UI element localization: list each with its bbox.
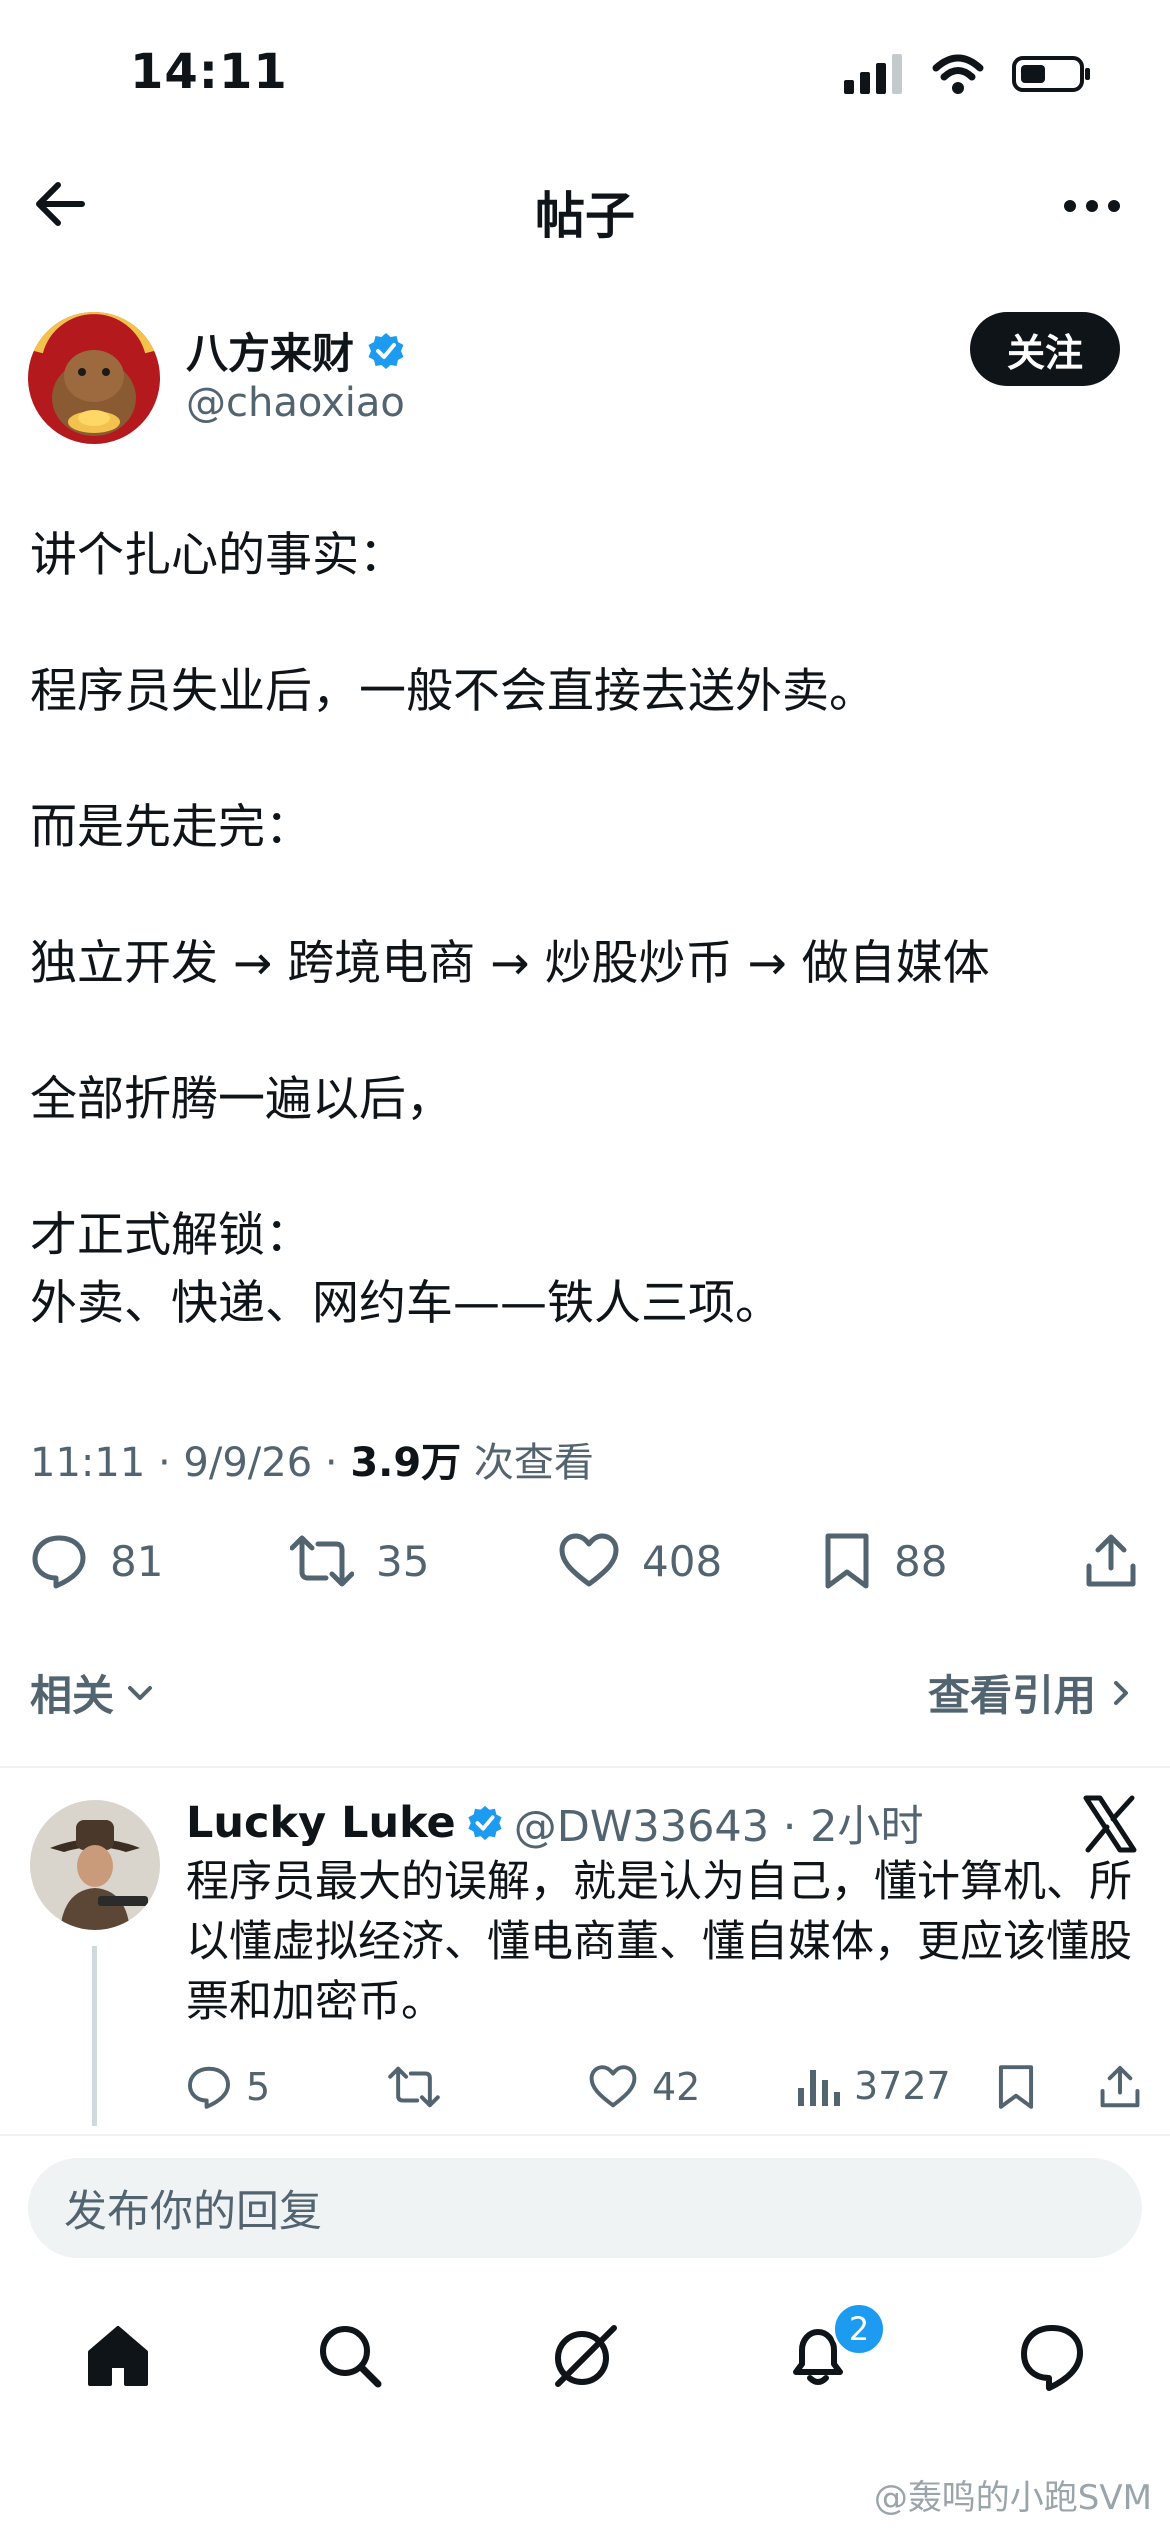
tweet-text: 讲个扎心的事实： 程序员失业后，一般不会直接去送外卖。 而是先走完： 独立开发 … [30,522,1130,1338]
chevron-right-icon [1114,1680,1128,1705]
tweet-line: 才正式解锁： [30,1208,312,1263]
divider [0,1766,1170,1768]
reply-composer-input[interactable]: 发布你的回复 [28,2158,1142,2258]
retweet-icon [388,2066,440,2108]
tweet-line: 全部折腾一遍以后， [30,1072,453,1127]
retweet-icon [290,1535,354,1587]
heart-icon [589,2065,637,2108]
follow-button[interactable]: 关注 [970,312,1120,386]
search-icon[interactable] [314,2320,386,2392]
reply-button[interactable]: 81 [30,1532,163,1590]
capybara-avatar-image [28,312,160,444]
author-avatar[interactable] [28,312,160,444]
tweet-line: 程序员失业后，一般不会直接去送外卖。 [30,664,876,719]
author-name[interactable]: 八方来财 [186,320,406,381]
tweet-timestamp: 11:11 · 9/9/26 · [30,1440,351,1486]
tweet-line: 而是先走完： [30,800,312,855]
page-title: 帖子 [535,187,635,245]
reply-author-avatar[interactable] [30,1800,160,1930]
cowboy-avatar-image [30,1800,160,1930]
tweet-line: 外卖、快递、网约车——铁人三项。 [30,1276,782,1331]
verified-badge-icon [468,1805,502,1841]
related-dropdown[interactable]: 相关 [30,1662,156,1723]
related-label: 相关 [30,1671,115,1720]
views-chart-icon [798,2070,840,2106]
reply-bookmark-button[interactable] [996,2064,1036,2110]
verified-badge-icon [368,332,404,369]
grok-icon[interactable] [548,2320,620,2392]
battery-icon [1012,56,1090,92]
tweet-line: 独立开发 → 跨境电商 → 炒股炒币 → 做自媒体 [30,936,990,991]
view-count: 3.9万 [350,1440,462,1486]
tweet-actions: 81 35 408 88 [30,1532,1140,1602]
reply-like-count: 42 [652,2065,701,2109]
bookmark-icon [825,1533,869,1589]
thread-line [92,1946,97,2126]
share-icon [1086,1534,1136,1587]
like-count: 408 [642,1536,723,1586]
reply-retweet-button[interactable] [388,2064,440,2110]
reply-share-button[interactable] [1098,2064,1142,2110]
heart-icon [559,1533,619,1587]
reply-handle-time: @DW33643 · 2小时 [513,1802,924,1852]
share-button[interactable] [1084,1532,1138,1590]
reply-icon [32,1535,86,1589]
cellular-signal-icon [844,54,902,94]
status-icons [844,54,1092,94]
tweet-line: 讲个扎心的事实： [30,528,406,583]
retweet-count: 35 [376,1536,430,1586]
view-quotes-label: 查看引用 [927,1671,1096,1720]
wifi-icon [932,54,984,94]
status-time: 14:11 [130,44,288,100]
notifications-badge: 2 [832,2302,886,2356]
reply-author-name[interactable]: Lucky Luke [186,1798,456,1848]
reply-header: Lucky Luke @DW33643 · 2小时 [186,1792,924,1854]
retweet-button[interactable]: 35 [290,1532,429,1590]
reply-icon [187,2066,231,2109]
messages-icon[interactable] [1016,2320,1088,2392]
reply-view-count: 3727 [854,2064,951,2108]
chevron-down-icon [128,1685,153,1700]
share-icon [1100,2065,1140,2108]
reply-actions: 5 42 3727 [186,2064,1146,2124]
watermark: @轰鸣的小跑SVM [873,2478,1152,2518]
reply-text: 程序员最大的误解，就是认为自己，懂计算机、所以懂虚拟经济、懂电商董、懂自媒体，更… [186,1857,1132,2027]
x-logo-icon [1083,1795,1137,1853]
reply-reply-count: 5 [246,2065,271,2109]
view-quotes-link[interactable]: 查看引用 [928,1662,1136,1723]
author-name-text: 八方来财 [186,329,355,378]
tweet-meta: 11:11 · 9/9/26 · 3.9万 次查看 [30,1430,594,1488]
bookmark-count: 88 [894,1536,948,1586]
home-icon[interactable] [82,2320,154,2392]
divider [0,2134,1170,2136]
reply-count: 81 [110,1536,164,1586]
bookmark-icon [998,2065,1034,2109]
reply-reply-button[interactable]: 5 [186,2064,270,2110]
reply-views-button[interactable]: 3727 [796,2064,951,2108]
bookmark-button[interactable]: 88 [822,1532,947,1590]
reply-like-button[interactable]: 42 [588,2064,700,2110]
like-button[interactable]: 408 [558,1532,722,1590]
author-handle[interactable]: @chaoxiao [186,380,405,426]
more-options-icon[interactable] [1062,196,1122,216]
view-count-label: 次查看 [461,1440,594,1486]
